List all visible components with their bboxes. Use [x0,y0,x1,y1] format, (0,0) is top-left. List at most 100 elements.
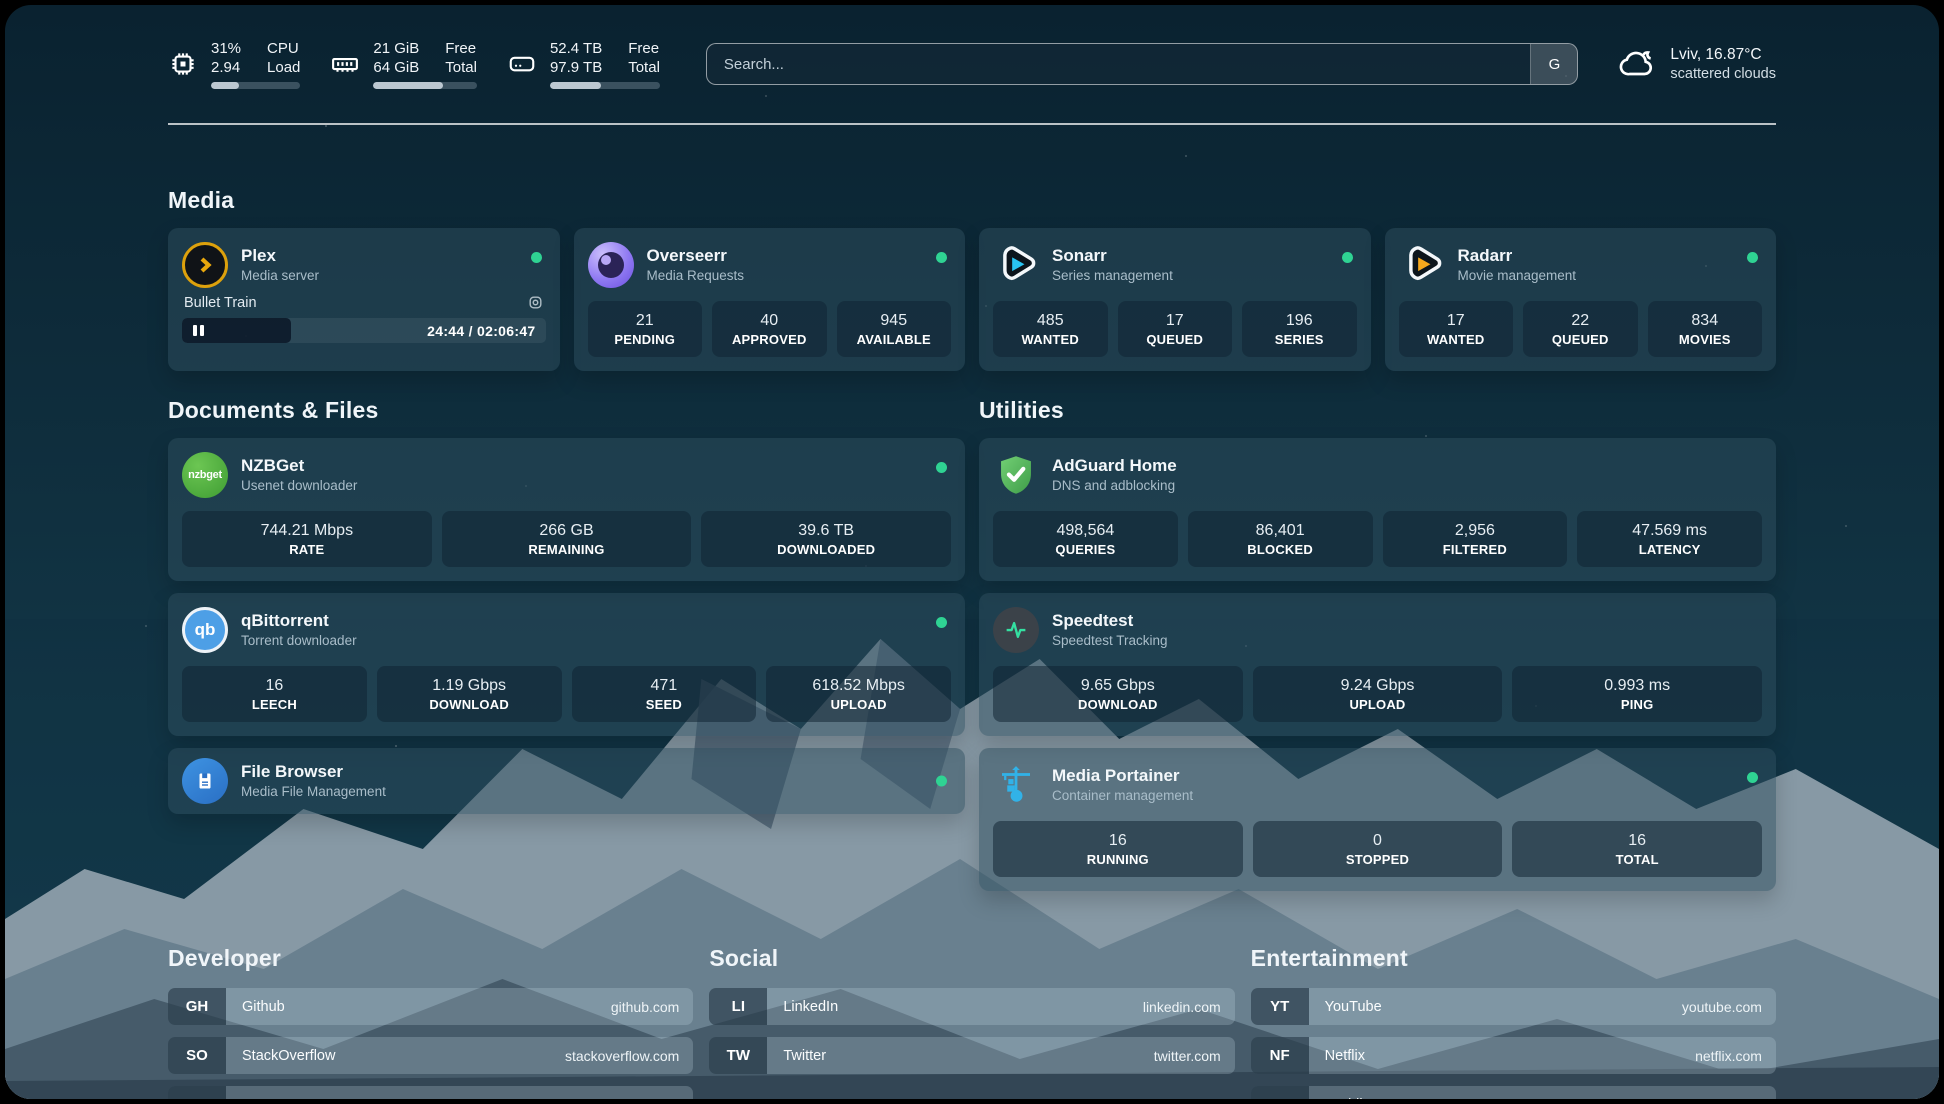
stat-value: 17 [1405,310,1508,331]
status-online-dot [1342,252,1353,263]
stat-box: 266 GB REMAINING [442,511,692,567]
bookmark-abbr: LI [709,988,767,1025]
bookmark-url: github.com [611,999,679,1015]
portainer-card[interactable]: Media Portainer Container management 16 … [979,748,1776,891]
bookmark-abbr: NF [1251,1037,1309,1074]
bookmark-reddit[interactable]: RE Reddit reddit.com [1251,1086,1776,1099]
sonarr-card[interactable]: Sonarr Series management 485 WANTED 17 Q… [979,228,1371,371]
bookmark-url: linkedin.com [1143,999,1221,1015]
stat-value: 485 [999,310,1102,331]
memory-total-value: 64 GiB [373,58,419,77]
settings-icon[interactable] [527,294,544,311]
stat-label: DOWNLOAD [999,696,1237,714]
bookmark-youtube[interactable]: YT YouTube youtube.com [1251,988,1776,1025]
stat-value: 834 [1654,310,1757,331]
app-description: Speedtest Tracking [1052,632,1168,650]
cpu-progress-bar [211,82,300,89]
stat-box: 17 QUEUED [1118,301,1233,357]
stat-box: 16 LEECH [182,666,367,722]
search-engine-button[interactable]: G [1530,44,1577,84]
stat-value: 16 [188,675,361,696]
status-online-dot [936,617,947,628]
playback-time: 24:44 / 02:06:47 [427,323,535,339]
filebrowser-icon [182,758,228,804]
pause-icon[interactable] [193,325,204,336]
playback-progress-bar[interactable]: 24:44 / 02:06:47 [182,318,546,343]
app-description: Media Requests [647,267,745,285]
app-title: AdGuard Home [1052,455,1177,477]
stat-box: 9.24 Gbps UPLOAD [1253,666,1503,722]
bookmark-name: YouTube [1325,999,1382,1015]
storage-progress-bar [550,82,660,89]
portainer-icon [993,762,1039,808]
search-input[interactable] [707,44,1531,84]
stat-box: 0.993 ms PING [1512,666,1762,722]
bookmark-stackoverflow[interactable]: SO StackOverflow stackoverflow.com [168,1037,693,1074]
bookmark-url: netflix.com [1695,1048,1762,1064]
bookmark-netflix[interactable]: NF Netflix netflix.com [1251,1037,1776,1074]
overseerr-card[interactable]: Overseerr Media Requests 21 PENDING 40 A… [574,228,966,371]
bookmark-abbr: SO [168,1037,226,1074]
plex-card[interactable]: Plex Media server Bullet Train [168,228,560,371]
app-description: Container management [1052,787,1193,805]
stat-label: WANTED [1405,331,1508,349]
storage-total-value: 97.9 TB [550,58,602,77]
stat-value: 471 [578,675,751,696]
app-title: Overseerr [647,245,745,267]
stat-label: MOVIES [1654,331,1757,349]
bookmark-url: reddit.com [1697,1097,1762,1100]
bookmark-name: Twitter [783,1048,826,1064]
memory-progress-fill [373,82,442,89]
cpu-progress-fill [211,82,239,89]
sonarr-icon [993,242,1039,288]
nzbget-card[interactable]: nzbget NZBGet Usenet downloader 744.21 M… [168,438,965,581]
bookmark-abbr: GH [168,988,226,1025]
cpu-icon [168,49,198,79]
app-title: Speedtest [1052,610,1168,632]
bookmark-abbr: RE [1251,1086,1309,1099]
stat-value: 744.21 Mbps [188,520,426,541]
stat-value: 1.19 Gbps [383,675,556,696]
qbittorrent-card[interactable]: qb qBittorrent Torrent downloader 16 LEE… [168,593,965,736]
stat-value: 39.6 TB [707,520,945,541]
cpu-widget: 31% 2.94 CPU Load [168,39,300,89]
app-title: NZBGet [241,455,357,477]
overseerr-icon [588,242,634,288]
bookmark-linkedin[interactable]: LI LinkedIn linkedin.com [709,988,1234,1025]
stat-label: LEECH [188,696,361,714]
speedtest-card[interactable]: Speedtest Speedtest Tracking 9.65 Gbps D… [979,593,1776,736]
stat-label: TOTAL [1518,851,1756,869]
stat-label: DOWNLOAD [383,696,556,714]
stat-value: 0.993 ms [1518,675,1756,696]
stat-label: FILTERED [1389,541,1562,559]
stat-label: QUEUED [1124,331,1227,349]
filebrowser-card[interactable]: File Browser Media File Management [168,748,965,814]
adguard-card[interactable]: AdGuard Home DNS and adblocking 498,564 … [979,438,1776,581]
bookmark-github[interactable]: GH Github github.com [168,988,693,1025]
app-title: Media Portainer [1052,765,1193,787]
status-online-dot [936,776,947,787]
storage-progress-fill [550,82,601,89]
app-title: File Browser [241,761,386,783]
stat-box: 485 WANTED [993,301,1108,357]
app-title: qBittorrent [241,610,357,632]
stat-label: RUNNING [999,851,1237,869]
stat-box: 945 AVAILABLE [837,301,952,357]
bookmark-name: StackOverflow [242,1048,335,1064]
stat-label: STOPPED [1259,851,1497,869]
bookmark-twitter[interactable]: TW Twitter twitter.com [709,1037,1234,1074]
search-bar[interactable]: G [706,43,1579,85]
stat-label: QUEUED [1529,331,1632,349]
weather-location-temp: Lviv, 16.87°C [1670,45,1776,65]
cpu-usage-label: CPU [267,39,300,58]
radarr-card[interactable]: Radarr Movie management 17 WANTED 22 QUE… [1385,228,1777,371]
stat-value: 17 [1124,310,1227,331]
app-title: Plex [241,245,319,267]
bookmark-dev[interactable]: DT DEV dev.to [168,1086,693,1099]
stat-box: 0 STOPPED [1253,821,1503,877]
stat-box: 498,564 QUERIES [993,511,1178,567]
stat-box: 618.52 Mbps UPLOAD [766,666,951,722]
stat-value: 196 [1248,310,1351,331]
stat-label: DOWNLOADED [707,541,945,559]
stat-box: 471 SEED [572,666,757,722]
